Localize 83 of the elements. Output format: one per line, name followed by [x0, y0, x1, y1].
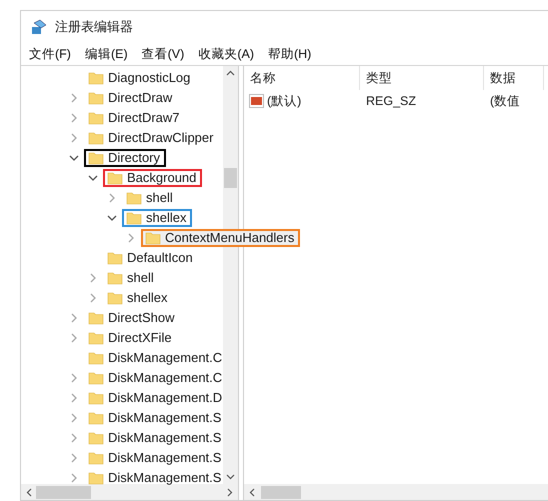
- tree-item[interactable]: Directory: [84, 149, 166, 167]
- string-value-icon: [249, 94, 264, 108]
- tree-item[interactable]: DiskManagement.S: [84, 449, 228, 467]
- scroll-up-icon[interactable]: [226, 70, 235, 76]
- chevron-right-icon[interactable]: [69, 93, 79, 103]
- chevron-right-icon[interactable]: [69, 113, 79, 123]
- folder-icon: [88, 111, 104, 125]
- chevron-down-icon[interactable]: [69, 153, 79, 163]
- tree-item[interactable]: Background: [103, 169, 202, 187]
- tree-item[interactable]: DiskManagement.S: [84, 469, 228, 487]
- chevron-right-icon[interactable]: [107, 193, 117, 203]
- folder-icon: [107, 251, 123, 265]
- scroll-left-icon[interactable]: [26, 488, 32, 496]
- tree-item[interactable]: DiskManagement.C: [84, 349, 228, 367]
- folder-icon: [107, 271, 123, 285]
- tree-item[interactable]: DirectShow: [84, 309, 180, 327]
- folder-icon: [88, 371, 104, 385]
- menu-item[interactable]: 文件(F): [29, 44, 71, 64]
- chevron-right-icon[interactable]: [69, 453, 79, 463]
- folder-icon: [88, 331, 104, 345]
- scroll-left-icon[interactable]: [249, 488, 255, 496]
- menu-item[interactable]: 收藏夹(A): [198, 44, 254, 64]
- folder-icon: [88, 431, 104, 445]
- folder-icon: [88, 91, 104, 105]
- scroll-thumb[interactable]: [36, 486, 91, 498]
- scroll-thumb[interactable]: [224, 168, 237, 188]
- value-data: (数值: [489, 92, 520, 110]
- tree-item[interactable]: DefaultIcon: [103, 249, 199, 267]
- chevron-right-icon[interactable]: [88, 273, 98, 283]
- chevron-down-icon[interactable]: [88, 173, 98, 183]
- folder-icon: [126, 191, 142, 205]
- tree-item[interactable]: shellex: [122, 209, 192, 227]
- tree-item[interactable]: ContextMenuHandlers: [141, 229, 300, 247]
- horizontal-scrollbar[interactable]: [244, 484, 548, 500]
- folder-icon: [88, 411, 104, 425]
- tree-item[interactable]: shell: [103, 269, 160, 287]
- folder-icon: [88, 391, 104, 405]
- tree-item[interactable]: shellex: [103, 289, 174, 307]
- tree-item[interactable]: DiskManagement.D: [84, 389, 228, 407]
- horizontal-scrollbar[interactable]: [21, 484, 238, 500]
- tree-item[interactable]: DiskManagement.S: [84, 429, 228, 447]
- column-header[interactable]: 类型: [366, 68, 392, 88]
- app-icon: [31, 19, 47, 35]
- folder-icon: [107, 171, 123, 185]
- chevron-down-icon[interactable]: [107, 213, 117, 223]
- chevron-right-icon[interactable]: [69, 393, 79, 403]
- tree-item[interactable]: DiskManagement.C: [84, 369, 228, 387]
- folder-icon: [126, 211, 142, 225]
- scroll-thumb[interactable]: [261, 486, 301, 498]
- folder-icon: [88, 451, 104, 465]
- chevron-right-icon[interactable]: [69, 313, 79, 323]
- scroll-right-icon[interactable]: [227, 488, 233, 496]
- menu-item[interactable]: 查看(V): [142, 44, 184, 64]
- folder-icon: [88, 131, 104, 145]
- chevron-right-icon[interactable]: [69, 333, 79, 343]
- tree-item[interactable]: shell: [122, 189, 179, 207]
- folder-icon: [145, 231, 161, 245]
- tree-item[interactable]: DiagnosticLog: [84, 69, 196, 87]
- value-name[interactable]: (默认): [267, 92, 302, 110]
- column-header[interactable]: 名称: [250, 68, 276, 88]
- chevron-right-icon[interactable]: [69, 473, 79, 483]
- chevron-right-icon[interactable]: [69, 133, 79, 143]
- value-type: REG_SZ: [365, 92, 418, 110]
- folder-icon: [107, 291, 123, 305]
- tree-item[interactable]: DirectDraw: [84, 89, 178, 107]
- scroll-down-icon[interactable]: [226, 474, 235, 480]
- column-header[interactable]: 数据: [490, 68, 516, 88]
- folder-icon: [88, 71, 104, 85]
- chevron-right-icon[interactable]: [69, 373, 79, 383]
- chevron-right-icon[interactable]: [69, 413, 79, 423]
- tree-item[interactable]: DiskManagement.S: [84, 409, 228, 427]
- window-title: 注册表编辑器: [55, 18, 133, 36]
- tree-item[interactable]: DirectDraw7: [84, 109, 186, 127]
- chevron-right-icon[interactable]: [69, 433, 79, 443]
- chevron-right-icon[interactable]: [88, 293, 98, 303]
- folder-icon: [88, 151, 104, 165]
- tree-item[interactable]: DirectDrawClipper: [84, 129, 220, 147]
- folder-icon: [88, 311, 104, 325]
- menu-item[interactable]: 帮助(H): [268, 44, 312, 64]
- menu-item[interactable]: 编辑(E): [84, 44, 128, 64]
- chevron-right-icon[interactable]: [126, 233, 136, 243]
- folder-icon: [88, 351, 104, 365]
- tree-item[interactable]: DirectXFile: [84, 329, 178, 347]
